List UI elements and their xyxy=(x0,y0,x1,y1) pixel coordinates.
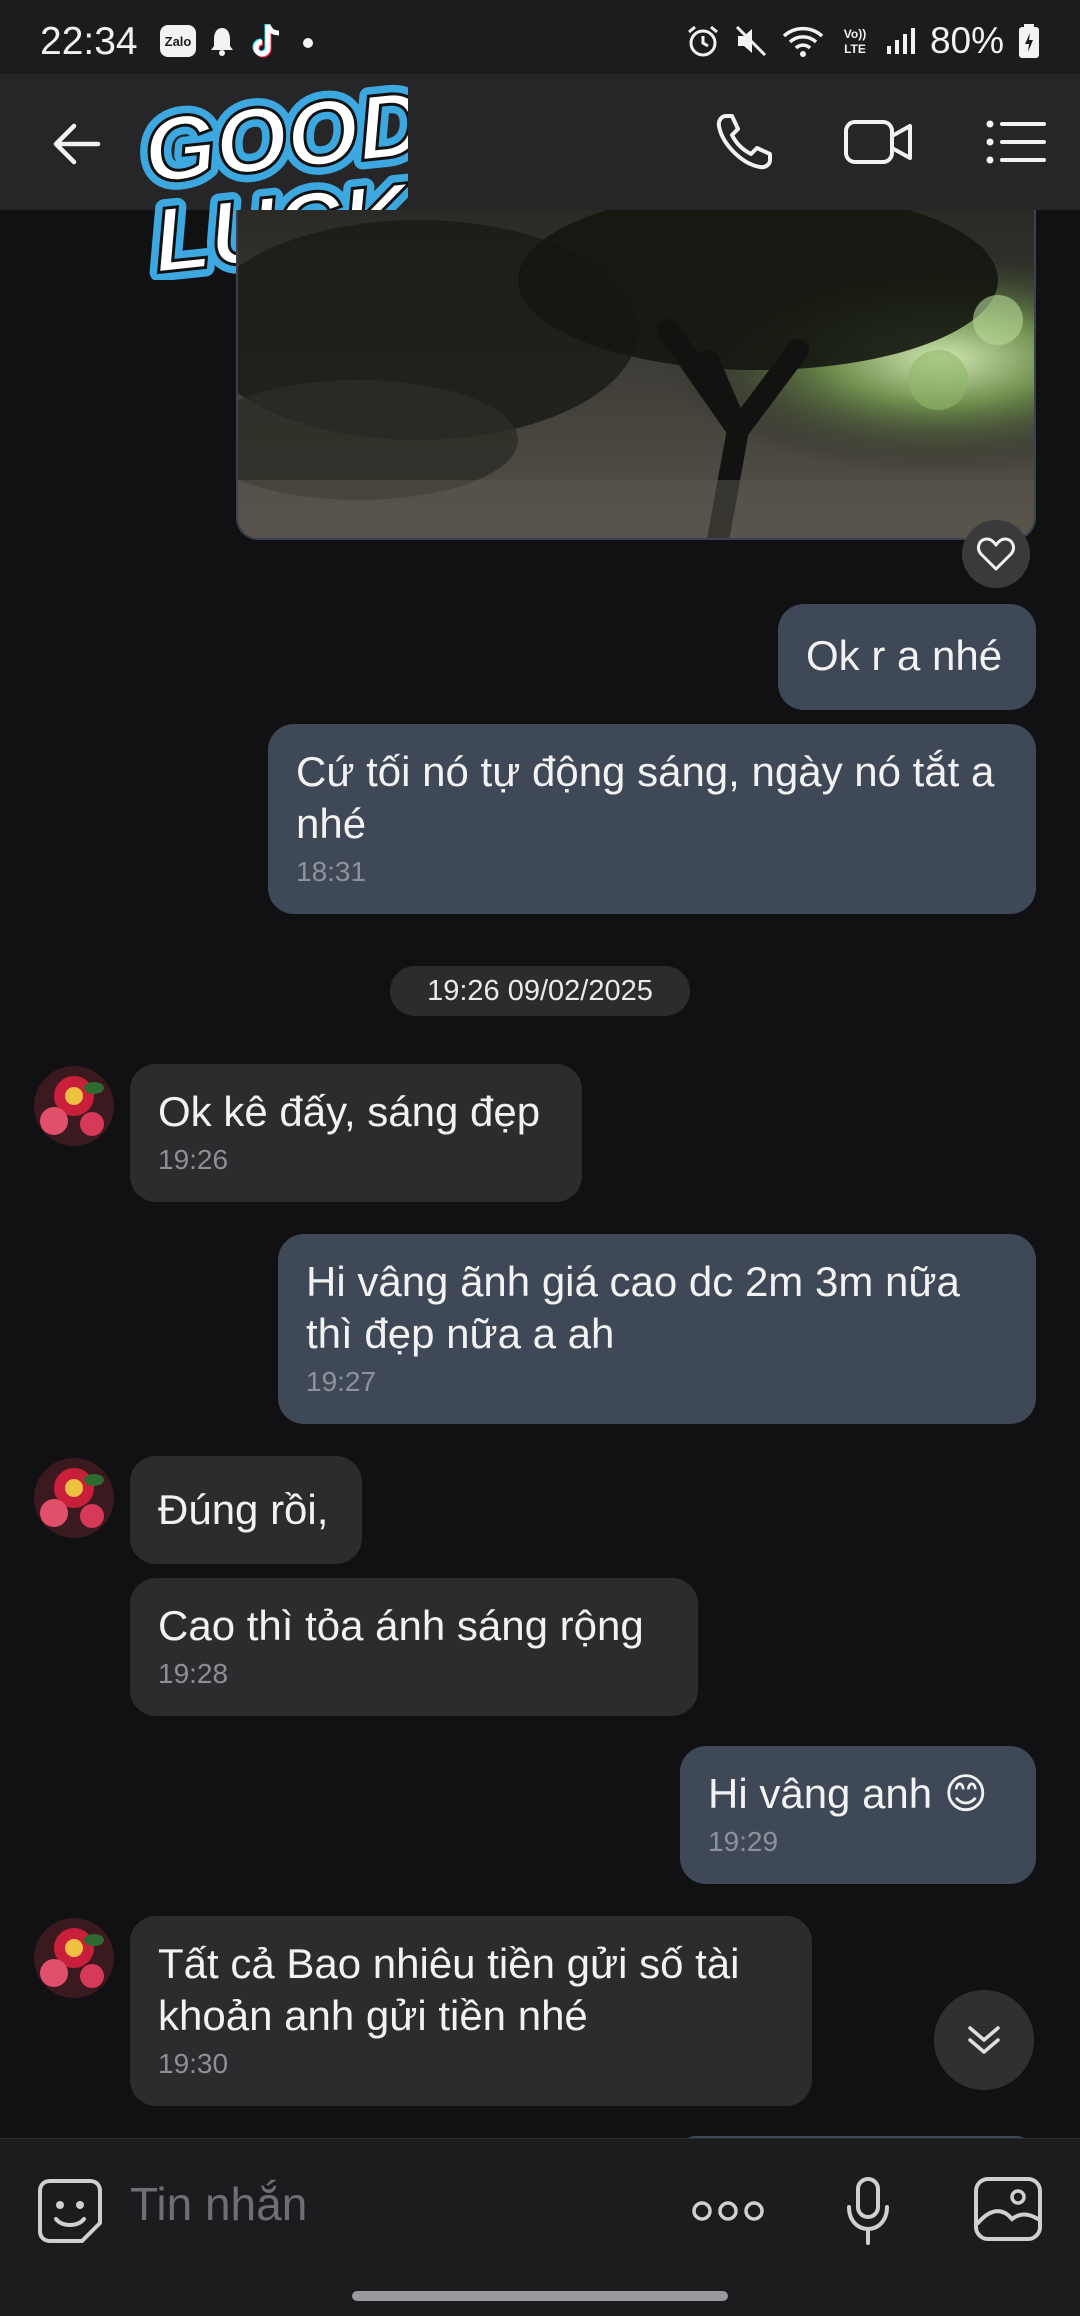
signal-icon xyxy=(886,28,915,54)
avatar-flower-image xyxy=(34,1066,114,1146)
notification-bell-icon xyxy=(211,28,233,56)
message-time: 18:31 xyxy=(296,856,367,887)
status-time: 22:34 xyxy=(40,20,138,63)
night-garden-photo xyxy=(238,210,1034,538)
message-text: Cao thì tỏa ánh sáng rộng xyxy=(158,1602,644,1649)
svg-text:Vo)): Vo)) xyxy=(844,27,866,41)
message-bubble-outgoing[interactable]: Cứ tối nó tự động sáng, ngày nó tắt a nh… xyxy=(268,724,1036,914)
volte-icon: Vo)) LTE xyxy=(844,27,866,56)
message-text: Hi vâng ãnh giá cao dc 2m 3m nữa thì đẹp… xyxy=(306,1258,960,1357)
tiktok-icon xyxy=(252,24,280,58)
zalo-icon: Zalo xyxy=(160,25,196,57)
battery-percent: 80% xyxy=(929,20,1004,61)
video-call-icon[interactable] xyxy=(842,110,914,174)
message-list[interactable]: Ok r a nhé Cứ tối nó tự động sáng, ngày … xyxy=(0,210,1080,2138)
message-text: Đúng rồi, xyxy=(158,1486,329,1533)
message-bubble-incoming[interactable]: Cao thì tỏa ánh sáng rộng 19:28 xyxy=(130,1578,698,1716)
message-time: 19:28 xyxy=(158,1658,229,1689)
scroll-to-bottom-button[interactable] xyxy=(934,1990,1034,2090)
message-time: 19:29 xyxy=(708,1826,779,1857)
react-heart-button[interactable] xyxy=(962,520,1030,588)
avatar[interactable] xyxy=(34,1458,114,1538)
avatar[interactable] xyxy=(34,1918,114,1998)
sticker-emoji-icon[interactable] xyxy=(36,2177,104,2245)
message-input[interactable]: Tin nhắn xyxy=(130,2177,307,2231)
message-bubble-outgoing[interactable]: Hi vâng anh 😊 19:29 xyxy=(680,1746,1036,1884)
message-text: Cứ tối nó tự động sáng, ngày nó tắt a nh… xyxy=(296,748,995,847)
svg-text:LTE: LTE xyxy=(844,42,866,56)
message-bubble-incoming[interactable]: Đúng rồi, xyxy=(130,1456,362,1564)
message-text: Ok kê đấy, sáng đẹp xyxy=(158,1088,541,1135)
message-bubble-outgoing[interactable]: Hi vâng ãnh giá cao dc 2m 3m nữa thì đẹp… xyxy=(278,1234,1036,1424)
alarm-icon xyxy=(687,25,718,57)
wifi-icon xyxy=(782,26,824,57)
microphone-icon[interactable] xyxy=(844,2175,892,2247)
message-time: 19:27 xyxy=(306,1366,377,1397)
mute-icon xyxy=(735,25,766,57)
date-divider: 19:26 09/02/2025 xyxy=(390,966,690,1016)
message-input-bar: Tin nhắn xyxy=(0,2138,1080,2316)
message-bubble-incoming[interactable]: Tất cả Bao nhiêu tiền gửi số tài khoản a… xyxy=(130,1916,812,2106)
message-time: 19:26 xyxy=(158,1144,229,1175)
status-bar: 22:34 Zalo Vo)) LTE 80% xyxy=(0,0,1080,74)
double-chevron-down-icon xyxy=(968,2026,1000,2054)
message-text: Hi vâng anh 😊 xyxy=(708,1770,988,1817)
back-arrow-icon[interactable] xyxy=(48,116,104,172)
avatar[interactable] xyxy=(34,1066,114,1146)
message-time: 19:30 xyxy=(158,2048,229,2079)
voice-call-icon[interactable] xyxy=(712,110,776,174)
status-right-icons: Vo)) LTE 80% xyxy=(686,20,1040,62)
status-left-icons: Zalo xyxy=(160,22,318,60)
more-options-icon[interactable] xyxy=(690,2199,766,2223)
message-text: Ok r a nhé xyxy=(806,632,1003,679)
battery-icon xyxy=(1019,24,1039,58)
message-bubble-outgoing[interactable]: Ok r a nhé xyxy=(778,604,1036,710)
photo-message[interactable] xyxy=(236,210,1036,540)
dot-icon xyxy=(303,38,313,48)
image-gallery-icon[interactable] xyxy=(972,2175,1044,2243)
menu-list-icon[interactable] xyxy=(984,110,1048,174)
heart-icon xyxy=(977,537,1015,571)
message-bubble-incoming[interactable]: Ok kê đấy, sáng đẹp 19:26 xyxy=(130,1064,582,1202)
home-indicator[interactable] xyxy=(352,2291,728,2301)
message-text: Tất cả Bao nhiêu tiền gửi số tài khoản a… xyxy=(158,1940,740,2039)
avatar-flower-image xyxy=(34,1458,114,1538)
avatar-flower-image xyxy=(34,1918,114,1998)
